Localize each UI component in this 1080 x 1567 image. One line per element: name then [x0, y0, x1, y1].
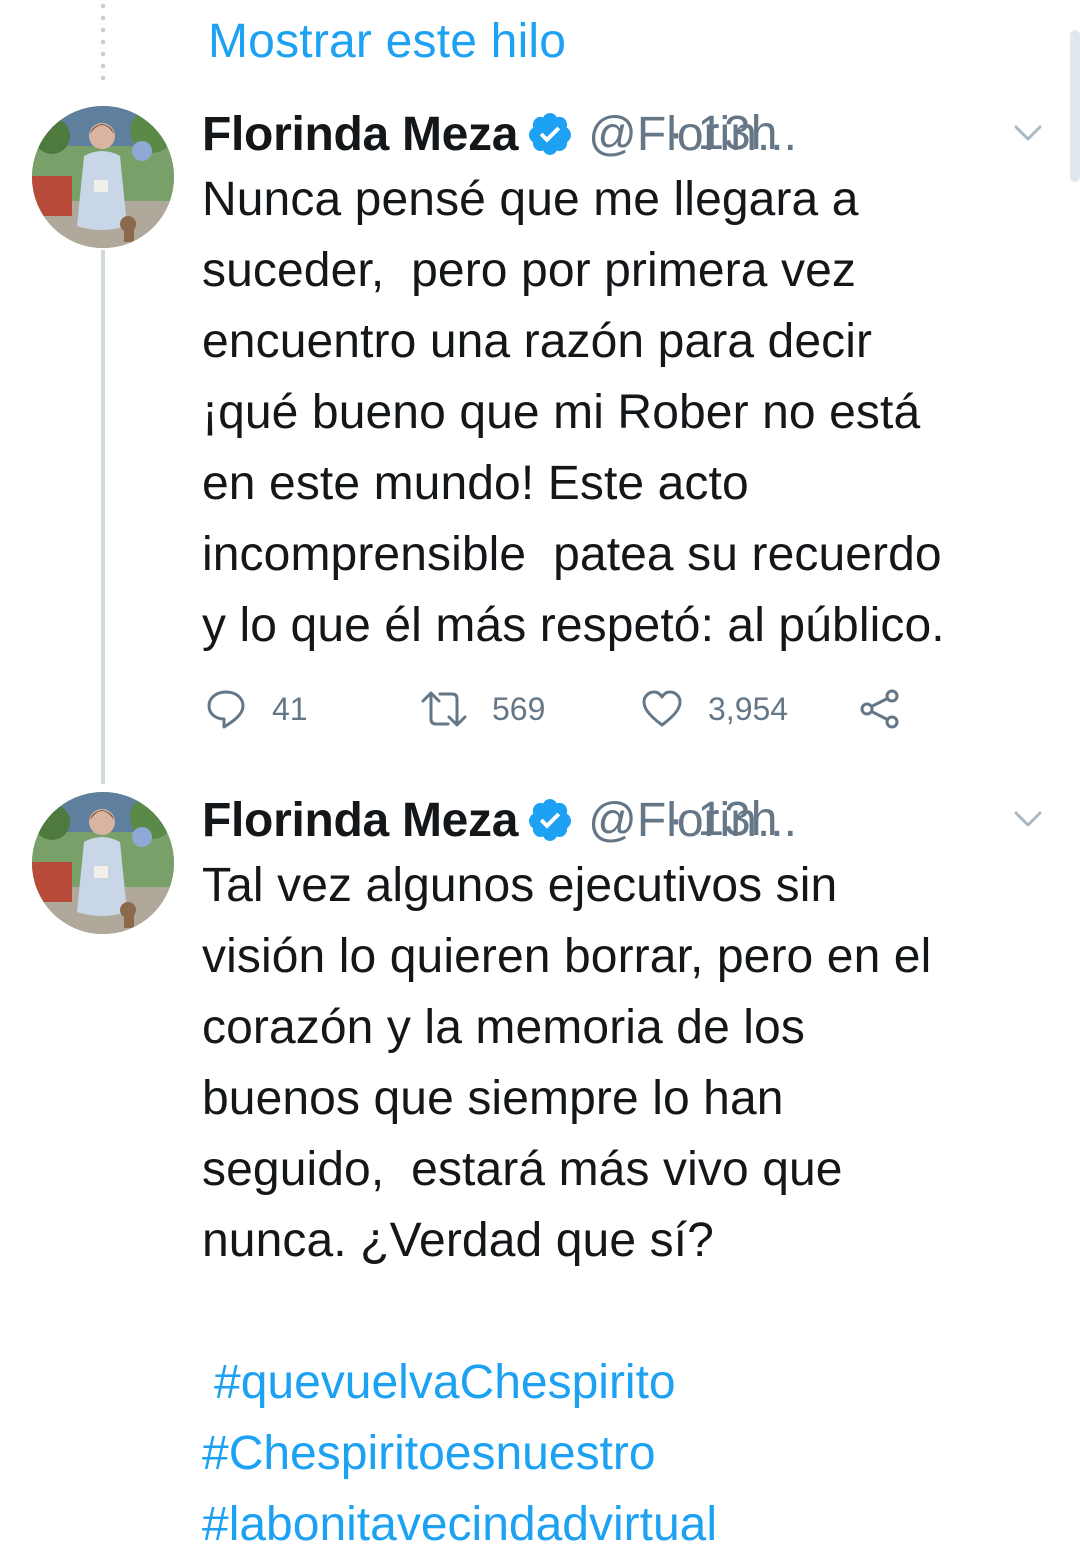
- reply-icon: [207, 690, 245, 729]
- tweet-actions: 41 569 3,954: [202, 684, 922, 734]
- share-icon: [860, 689, 899, 729]
- tweet-timestamp[interactable]: · 13h: [668, 790, 777, 850]
- tweet-header: Florinda Meza @Florin...: [202, 104, 1052, 164]
- like-count: 3,954: [708, 690, 789, 727]
- like-button[interactable]: 3,954: [640, 684, 788, 734]
- thread-connector-line: [101, 250, 105, 784]
- retweet-icon: [421, 691, 467, 727]
- chevron-down-icon[interactable]: [1010, 118, 1046, 148]
- thread-connector-dots: [100, 0, 106, 80]
- reply-count: 41: [272, 690, 308, 727]
- scrollbar[interactable]: [1070, 30, 1080, 182]
- tweet-header: Florinda Meza @Florin...: [202, 790, 1052, 850]
- retweet-count: 569: [492, 690, 546, 727]
- avatar[interactable]: [32, 106, 174, 248]
- tweet-timestamp[interactable]: · 13h: [668, 104, 777, 164]
- hashtag-link[interactable]: #quevuelvaChespirito: [202, 1347, 1052, 1418]
- author-name[interactable]: Florinda Meza: [202, 107, 518, 162]
- hashtag-link[interactable]: #Chespiritoesnuestro: [202, 1418, 1052, 1489]
- chevron-down-icon[interactable]: [1010, 804, 1046, 834]
- retweet-button[interactable]: 569: [420, 684, 545, 734]
- tweet-text: Nunca pensé que me llegara a suceder, pe…: [202, 173, 945, 652]
- heart-icon: [642, 690, 682, 727]
- verified-badge-icon: [529, 799, 572, 841]
- hashtag-link[interactable]: #labonitavecindadvirtual: [202, 1489, 1052, 1560]
- share-button[interactable]: [858, 684, 902, 734]
- show-thread-link[interactable]: Mostrar este hilo: [208, 12, 566, 72]
- verified-badge-icon: [529, 113, 572, 155]
- reply-button[interactable]: 41: [204, 684, 308, 734]
- hashtag-list: #quevuelvaChespirito #Chespiritoesnuestr…: [202, 1347, 1052, 1560]
- author-name[interactable]: Florinda Meza: [202, 793, 518, 848]
- tweet-text: Tal vez algunos ejecutivos sin visión lo…: [202, 859, 932, 1267]
- avatar[interactable]: [32, 792, 174, 934]
